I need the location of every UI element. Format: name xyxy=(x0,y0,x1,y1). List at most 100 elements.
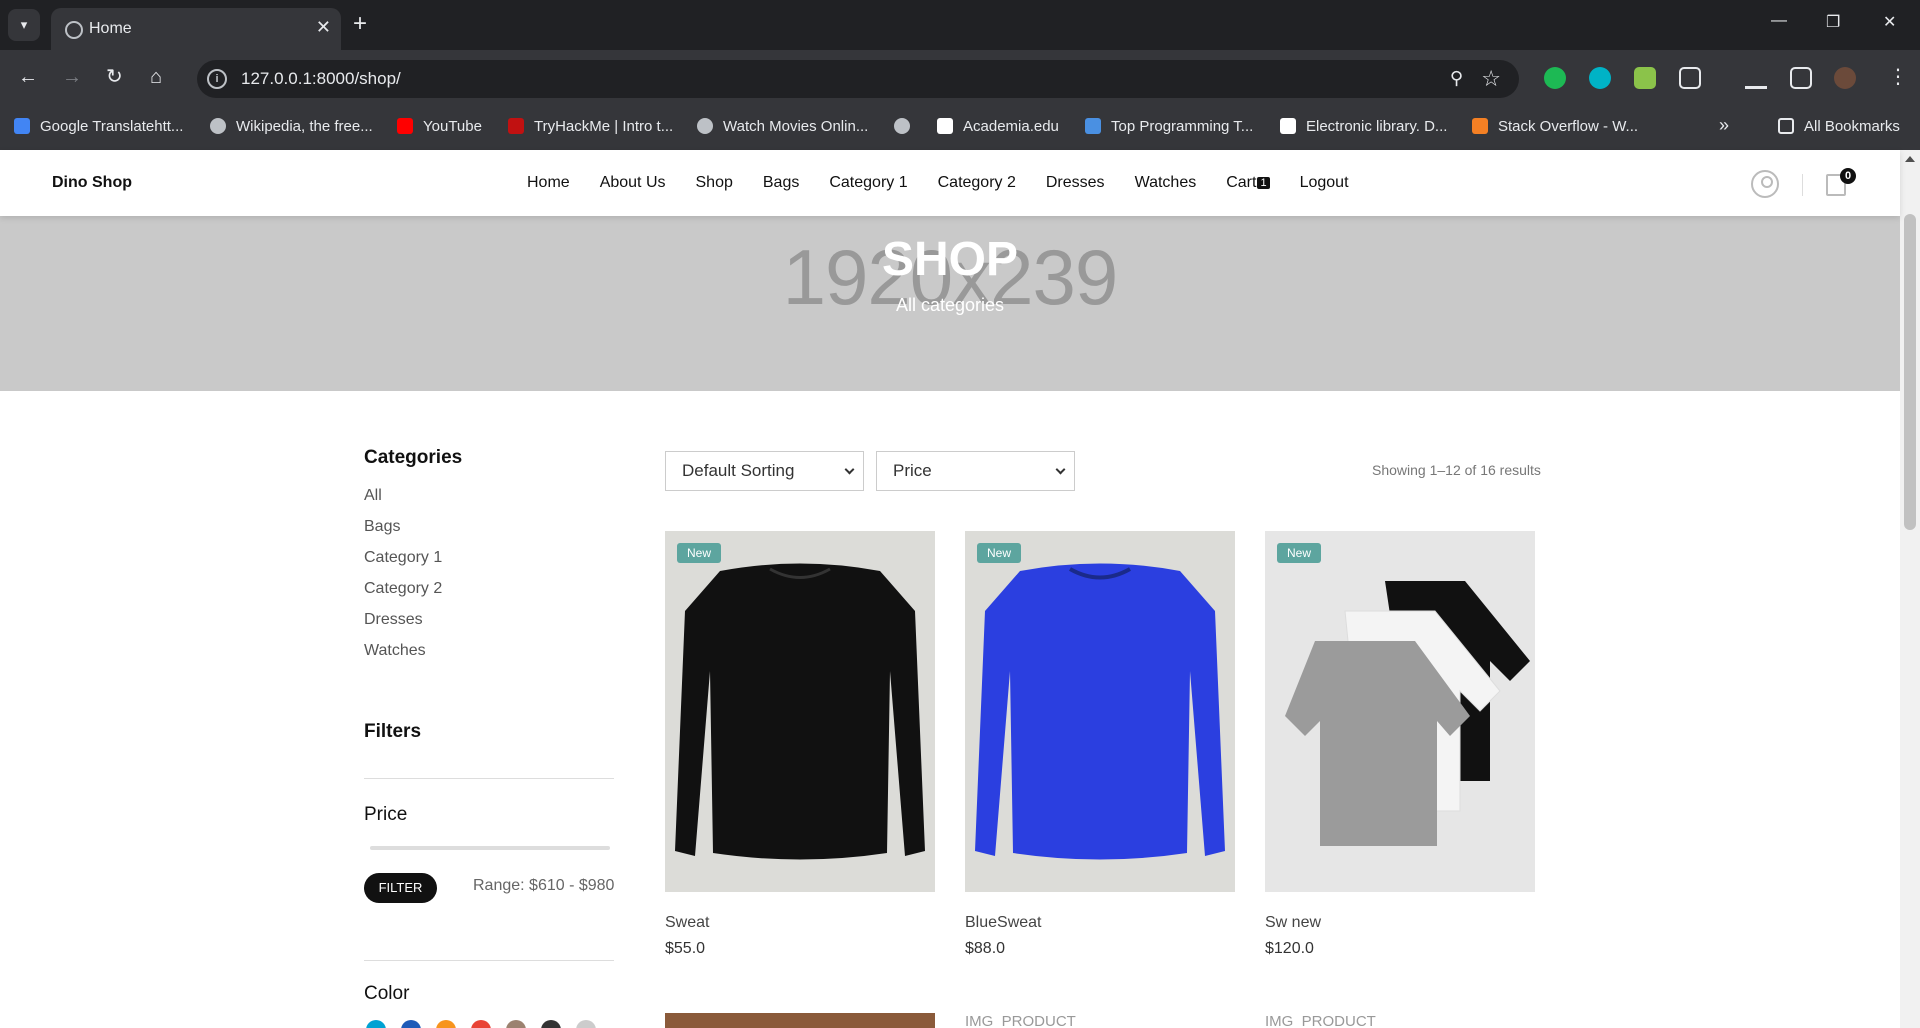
chevron-down-icon xyxy=(1055,464,1066,475)
nav-cart-label: Cart xyxy=(1226,174,1257,191)
nav-category-1[interactable]: Category 1 xyxy=(829,174,907,192)
blue-sweatshirt-image xyxy=(975,563,1225,860)
back-icon[interactable]: ← xyxy=(18,66,38,88)
product-name[interactable]: BlueSweat xyxy=(965,914,1235,932)
url-text[interactable]: 127.0.0.1:8000/shop/ xyxy=(241,69,401,89)
nav-dresses[interactable]: Dresses xyxy=(1046,174,1105,192)
price-select[interactable]: Price xyxy=(876,451,1075,491)
product-card[interactable]: New BlueSweat $88.0 xyxy=(965,531,1235,958)
globe-icon xyxy=(697,118,713,134)
filter-button[interactable]: FILTER xyxy=(364,873,437,903)
globe-icon xyxy=(894,118,910,134)
page-scrollbar[interactable] xyxy=(1900,150,1920,1028)
nav-about-us[interactable]: About Us xyxy=(600,174,666,192)
close-window-icon[interactable]: ✕ xyxy=(1883,12,1896,32)
main-nav: Home About Us Shop Bags Category 1 Categ… xyxy=(527,174,1379,192)
nav-shop[interactable]: Shop xyxy=(696,174,733,192)
price-range-text: Range: $610 - $980 xyxy=(473,877,615,894)
product-image-broken[interactable]: IMG_PRODUCT xyxy=(965,1013,1235,1028)
color-heading: Color xyxy=(364,983,410,1004)
all-bookmarks-folder[interactable]: All Bookmarks xyxy=(1778,118,1900,135)
forward-icon[interactable]: → xyxy=(62,66,82,88)
nav-home[interactable]: Home xyxy=(527,174,570,192)
bookmark-youtube[interactable]: YouTube xyxy=(397,118,482,135)
new-badge: New xyxy=(677,543,722,563)
site-info-icon[interactable]: i xyxy=(207,69,227,89)
user-icon[interactable] xyxy=(1751,170,1779,198)
bookmarks-bar: Google Translatehtt... Wikipedia, the fr… xyxy=(0,106,1920,150)
category-bags[interactable]: Bags xyxy=(364,518,442,549)
nav-logout[interactable]: Logout xyxy=(1300,174,1349,192)
hero-banner: 1920x239 SHOP All categories xyxy=(0,216,1900,391)
sorting-select[interactable]: Default Sorting xyxy=(665,451,864,491)
nav-cart[interactable]: Cart 1 xyxy=(1226,174,1270,192)
category-all[interactable]: All xyxy=(364,487,442,518)
nav-watches[interactable]: Watches xyxy=(1135,174,1197,192)
shield-extension-icon[interactable] xyxy=(1544,67,1566,89)
bookmark-top-programming[interactable]: Top Programming T... xyxy=(1085,118,1253,135)
more-bookmarks-icon[interactable]: » xyxy=(1719,115,1729,136)
zoom-icon[interactable]: ⚲ xyxy=(1450,68,1463,89)
terminal-icon xyxy=(1085,118,1101,134)
page-subtitle: All categories xyxy=(895,295,1005,315)
product-image[interactable]: New xyxy=(665,531,935,892)
youtube-icon xyxy=(397,118,413,134)
translate-icon xyxy=(14,118,30,134)
product-name[interactable]: Sw new xyxy=(1265,914,1535,932)
product-card[interactable]: New Sw new $120.0 xyxy=(1265,531,1535,958)
bookmark-google-translate[interactable]: Google Translatehtt... xyxy=(14,118,183,135)
tshirts-stack-image xyxy=(1285,581,1530,846)
cart-count-badge: 1 xyxy=(1257,177,1270,189)
page-title: SHOP xyxy=(881,233,1019,286)
product-card[interactable]: New Sweat $55.0 xyxy=(665,531,935,958)
profile-avatar[interactable] xyxy=(1834,67,1856,89)
category-2[interactable]: Category 2 xyxy=(364,580,442,611)
close-tab-icon[interactable]: ✕ xyxy=(316,17,331,38)
product-image[interactable] xyxy=(665,1013,935,1028)
product-price: $120.0 xyxy=(1265,940,1314,957)
library-icon xyxy=(1280,118,1296,134)
product-image[interactable]: New xyxy=(1265,531,1535,892)
filters-heading: Filters xyxy=(364,721,422,742)
nav-bags[interactable]: Bags xyxy=(763,174,799,192)
category-watches[interactable]: Watches xyxy=(364,642,442,673)
product-image[interactable]: New xyxy=(965,531,1235,892)
price-range-slider[interactable] xyxy=(370,846,610,850)
minimize-icon[interactable]: — xyxy=(1771,12,1787,30)
folder-icon xyxy=(1778,118,1794,134)
categories-heading: Categories xyxy=(364,447,463,468)
puzzle-extension-icon[interactable] xyxy=(1679,67,1701,89)
bookmark-stack-overflow[interactable]: Stack Overflow - W... xyxy=(1472,118,1638,135)
reload-icon[interactable]: ↻ xyxy=(106,66,123,88)
bookmark-academia[interactable]: Academia.edu xyxy=(937,118,1059,135)
home-icon[interactable]: ⌂ xyxy=(150,66,162,88)
download-icon[interactable] xyxy=(1745,67,1767,89)
broken-image-alt: IMG_PRODUCT xyxy=(1265,1013,1376,1028)
broken-image-alt: IMG_PRODUCT xyxy=(965,1013,1076,1028)
category-1[interactable]: Category 1 xyxy=(364,549,442,580)
new-badge: New xyxy=(977,543,1022,563)
new-tab-button[interactable]: + xyxy=(353,11,367,37)
game-extension-icon[interactable] xyxy=(1634,67,1656,89)
site-logo[interactable]: Dino Shop xyxy=(52,174,132,192)
scrollbar-thumb[interactable] xyxy=(1904,214,1916,530)
browser-tab[interactable]: Home ✕ xyxy=(51,8,341,50)
product-name[interactable]: Sweat xyxy=(665,914,935,932)
scroll-up-icon[interactable] xyxy=(1905,156,1915,162)
bookmark-watch-movies[interactable]: Watch Movies Onlin... xyxy=(697,118,868,135)
bookmark-tryhackme[interactable]: TryHackMe | Intro t... xyxy=(508,118,673,135)
tab-search-button[interactable]: ▾ xyxy=(8,9,40,41)
m-extension-icon[interactable] xyxy=(1589,67,1611,89)
menu-icon[interactable]: ⋮ xyxy=(1888,66,1908,88)
product-image-broken[interactable]: IMG_PRODUCT xyxy=(1265,1013,1535,1028)
bookmark-star-icon[interactable]: ☆ xyxy=(1481,66,1501,92)
sorting-select-value: Default Sorting xyxy=(682,461,795,480)
restore-icon[interactable]: ❐ xyxy=(1826,12,1840,32)
bookmark-electronic-library[interactable]: Electronic library. D... xyxy=(1280,118,1447,135)
nav-category-2[interactable]: Category 2 xyxy=(938,174,1016,192)
sidepanel-icon[interactable] xyxy=(1790,67,1812,89)
bookmark-wikipedia[interactable]: Wikipedia, the free... xyxy=(210,118,373,135)
category-dresses[interactable]: Dresses xyxy=(364,611,442,642)
bookmark-globe[interactable] xyxy=(894,118,920,135)
address-bar[interactable]: i 127.0.0.1:8000/shop/ ⚲ ☆ xyxy=(197,60,1519,98)
